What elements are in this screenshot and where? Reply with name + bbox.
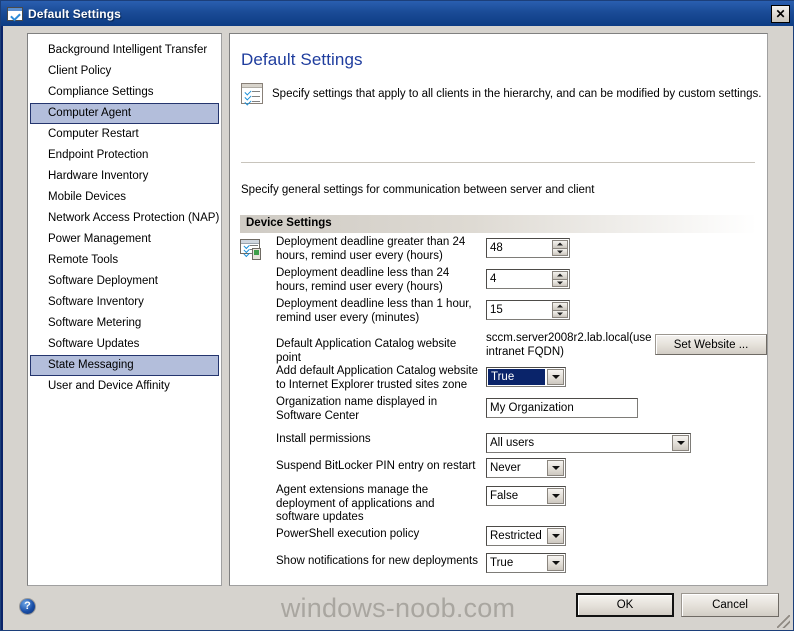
close-icon[interactable]: ✕ [771, 5, 790, 23]
chevron-down-icon[interactable] [552, 309, 568, 318]
computer-checklist-icon [240, 239, 264, 261]
sidebar-item-compliance-settings[interactable]: Compliance Settings [30, 82, 219, 103]
resize-grip[interactable] [777, 615, 790, 628]
install-permissions-dropdown[interactable]: All users [486, 433, 691, 453]
row-label: Suspend BitLocker PIN entry on restart [276, 460, 476, 472]
sidebar-item-computer-agent[interactable]: Computer Agent [30, 103, 219, 124]
row-label: Organization name displayed in Software … [276, 396, 438, 422]
general-settings-text: Specify general settings for communicati… [241, 184, 595, 196]
dropdown-value: All users [490, 437, 535, 449]
sidebar-item-network-access-protection[interactable]: Network Access Protection (NAP) [30, 208, 219, 229]
deadline-greater-24h-stepper[interactable]: 48 [486, 238, 570, 258]
sidebar-item-software-metering[interactable]: Software Metering [30, 313, 219, 334]
dropdown-value: Restricted [490, 530, 542, 542]
row-label: Default Application Catalog website poin… [276, 338, 457, 364]
dropdown-value: False [490, 490, 519, 502]
row-label: Deployment deadline less than 1 hour, re… [276, 298, 472, 324]
settings-category-list[interactable]: Background Intelligent Transfer Client P… [27, 33, 222, 586]
sidebar-item-state-messaging[interactable]: State Messaging [30, 355, 219, 376]
row-label: Add default Application Catalog website … [276, 365, 479, 391]
default-settings-dialog: Default Settings ✕ Background Intelligen… [0, 0, 794, 631]
chevron-down-icon[interactable] [552, 247, 568, 256]
add-catalog-to-trusted-sites-dropdown[interactable]: True [486, 367, 566, 387]
chevron-down-icon[interactable] [547, 488, 564, 504]
sidebar-item-mobile-devices[interactable]: Mobile Devices [30, 187, 219, 208]
row-label: Deployment deadline less than 24 hours, … [276, 267, 450, 293]
chevron-down-icon[interactable] [552, 278, 568, 287]
chevron-down-icon[interactable] [547, 460, 564, 476]
row-label: Agent extensions manage the deployment o… [276, 484, 435, 523]
chevron-down-icon[interactable] [547, 555, 564, 571]
checklist-icon [241, 83, 263, 106]
sidebar-item-hardware-inventory[interactable]: Hardware Inventory [30, 166, 219, 187]
chevron-up-icon[interactable] [552, 240, 568, 248]
deadline-less-24h-stepper[interactable]: 4 [486, 269, 570, 289]
organization-name-input[interactable]: My Organization [486, 398, 638, 418]
checklist-window-icon [7, 6, 23, 21]
dropdown-value: True [490, 557, 514, 569]
cancel-button-label: Cancel [712, 599, 748, 611]
settings-content-pane: Default Settings Specify settings that a… [229, 33, 768, 586]
suspend-bitlocker-pin-dropdown[interactable]: Never [486, 458, 566, 478]
sidebar-item-power-management[interactable]: Power Management [30, 229, 219, 250]
sidebar-item-software-inventory[interactable]: Software Inventory [30, 292, 219, 313]
description-row: Specify settings that apply to all clien… [241, 83, 762, 106]
show-notifications-dropdown[interactable]: True [486, 553, 566, 573]
set-website-button-label: Set Website ... [673, 338, 749, 351]
cancel-button[interactable]: Cancel [681, 593, 779, 617]
powershell-execution-policy-dropdown[interactable]: Restricted [486, 526, 566, 546]
device-settings-section-header: Device Settings [240, 215, 757, 233]
chevron-down-icon[interactable] [547, 528, 564, 544]
deadline-less-1h-stepper[interactable]: 15 [486, 300, 570, 320]
row-label: PowerShell execution policy [276, 528, 420, 540]
chevron-down-icon[interactable] [672, 435, 689, 451]
sidebar-item-background-intelligent-transfer[interactable]: Background Intelligent Transfer [30, 40, 219, 61]
sidebar-item-remote-tools[interactable]: Remote Tools [30, 250, 219, 271]
stepper-value: 48 [490, 242, 503, 254]
stepper-value: 15 [490, 304, 503, 316]
sidebar-item-software-updates[interactable]: Software Updates [30, 334, 219, 355]
ok-button-label: OK [616, 599, 634, 611]
device-settings-label: Device Settings [246, 217, 332, 229]
stepper-value: 4 [490, 273, 497, 285]
stepper-arrows[interactable] [552, 271, 568, 287]
ok-button[interactable]: OK [576, 593, 674, 617]
dropdown-value: True [488, 369, 545, 385]
title-bar: Default Settings ✕ [1, 1, 794, 26]
divider [241, 162, 755, 163]
agent-extensions-dropdown[interactable]: False [486, 486, 566, 506]
page-title: Default Settings [241, 50, 363, 69]
window-frame: Default Settings ✕ Background Intelligen… [0, 0, 794, 631]
sidebar-item-software-deployment[interactable]: Software Deployment [30, 271, 219, 292]
set-website-button[interactable]: Set Website ... [655, 334, 767, 355]
dropdown-value: Never [490, 462, 521, 474]
watermark: windows-noob.com [280, 593, 516, 623]
row-label: Deployment deadline greater than 24 hour… [276, 236, 466, 262]
chevron-down-icon[interactable] [547, 369, 564, 385]
sidebar-item-computer-restart[interactable]: Computer Restart [30, 124, 219, 145]
client-area: Background Intelligent Transfer Client P… [3, 26, 793, 630]
row-label: Show notifications for new deployments [276, 555, 478, 567]
sidebar-item-user-and-device-affinity[interactable]: User and Device Affinity [30, 376, 219, 397]
stepper-arrows[interactable] [552, 302, 568, 318]
sidebar-item-endpoint-protection[interactable]: Endpoint Protection [30, 145, 219, 166]
app-catalog-website-value: sccm.server2008r2.lab.local(use intranet… [486, 332, 652, 358]
chevron-up-icon[interactable] [552, 271, 568, 279]
chevron-up-icon[interactable] [552, 302, 568, 310]
row-label: Install permissions [276, 433, 371, 445]
sidebar-item-client-policy[interactable]: Client Policy [30, 61, 219, 82]
window-title: Default Settings [28, 6, 121, 21]
stepper-arrows[interactable] [552, 240, 568, 256]
description-text: Specify settings that apply to all clien… [272, 87, 762, 100]
